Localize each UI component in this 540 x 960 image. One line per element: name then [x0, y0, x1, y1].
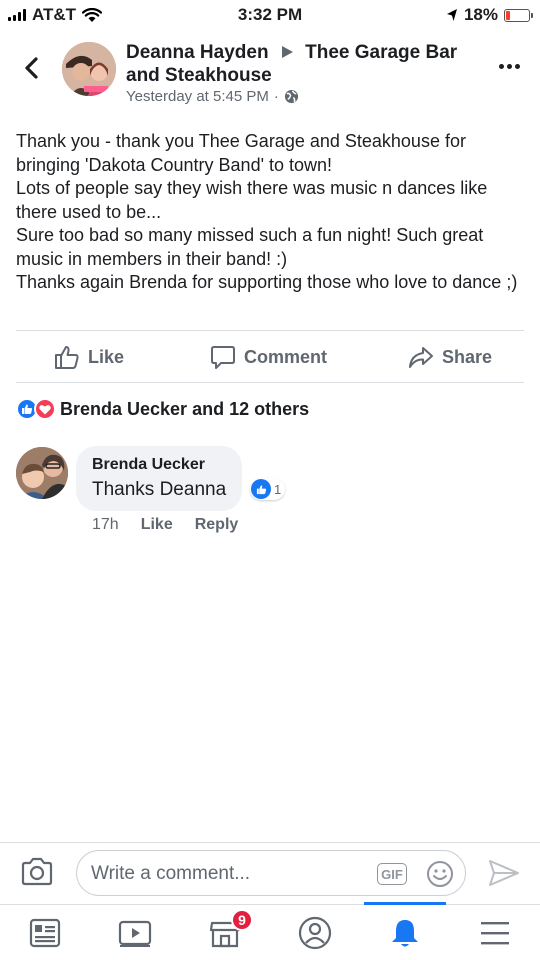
comment-reply-link[interactable]: Reply — [195, 516, 239, 534]
profile-icon[interactable] — [295, 913, 335, 953]
author-name[interactable]: Deanna Hayden — [126, 42, 269, 63]
more-options-icon[interactable] — [499, 64, 520, 69]
reactions-summary[interactable]: Brenda Uecker and 12 others — [16, 398, 309, 420]
post-meta: Yesterday at 5:45 PM · — [126, 88, 299, 105]
battery-fill — [506, 10, 511, 20]
tab-bar: 9 — [0, 902, 540, 960]
active-tab-indicator — [364, 902, 446, 905]
comment-label: Comment — [244, 346, 328, 367]
location-arrow-icon — [446, 9, 457, 21]
watch-icon[interactable] — [115, 913, 155, 953]
post-line: Thank you - thank you Thee Garage and St… — [16, 131, 466, 175]
comment-author[interactable]: Brenda Uecker — [92, 456, 226, 474]
post-title: Deanna Hayden Thee Garage Bar and Steakh… — [126, 41, 486, 87]
comment-bubble[interactable]: Brenda Uecker Thanks Deanna — [76, 446, 243, 511]
notifications-icon[interactable] — [385, 913, 425, 953]
post-line: Thanks again Brenda for supporting those… — [16, 272, 518, 292]
send-icon[interactable] — [488, 859, 520, 887]
post-header: Deanna Hayden Thee Garage Bar and Steakh… — [0, 36, 540, 116]
marketplace-badge: 9 — [231, 909, 253, 931]
like-label: Like — [88, 346, 125, 367]
camera-icon[interactable] — [20, 857, 54, 887]
emoji-icon[interactable] — [425, 859, 455, 889]
commenter-avatar[interactable] — [16, 447, 68, 499]
share-arrow-icon — [409, 347, 433, 368]
reactions-summary-text: Brenda Uecker and 12 others — [60, 398, 310, 419]
author-photo — [62, 42, 116, 96]
like-reaction-icon — [251, 479, 271, 499]
divider-bottom — [16, 382, 524, 383]
comment-composer: GIF — [0, 842, 540, 904]
comment-meta: 17h Like Reply — [92, 516, 238, 534]
love-reaction-icon — [34, 398, 56, 420]
comment-reaction-badge[interactable]: 1 — [250, 478, 286, 500]
comment-like-link[interactable]: Like — [141, 516, 173, 534]
post-line: Sure too bad so many missed such a fun n… — [16, 225, 484, 269]
like-button[interactable]: Like — [54, 344, 124, 370]
news-feed-icon[interactable] — [25, 913, 65, 953]
meta-dot: · — [273, 88, 279, 105]
comment-input-box[interactable]: GIF — [76, 850, 466, 896]
post-timestamp[interactable]: Yesterday at 5:45 PM — [126, 88, 269, 105]
gif-button[interactable]: GIF — [377, 863, 407, 885]
post-body: Thank you - thank you Thee Garage and St… — [16, 130, 526, 295]
comment-input[interactable] — [91, 860, 371, 888]
post-line: Lots of people say they wish there was m… — [16, 178, 488, 222]
battery-percent: 18% — [463, 5, 498, 24]
share-button[interactable]: Share — [408, 344, 492, 370]
comment-bubble-icon — [211, 346, 235, 369]
status-bar: AT&T 3:32 PM 18% — [0, 0, 540, 30]
share-label: Share — [442, 346, 493, 367]
comment-text: Thanks Deanna — [92, 479, 227, 500]
menu-icon[interactable] — [475, 913, 515, 953]
comment-button[interactable]: Comment — [210, 344, 327, 370]
thumbs-up-icon — [55, 346, 79, 369]
divider-top — [16, 330, 524, 331]
status-right: 18% — [446, 5, 533, 25]
author-avatar[interactable] — [62, 42, 116, 96]
arrow-right-icon — [281, 46, 293, 58]
back-chevron-icon[interactable] — [20, 52, 44, 84]
battery-cap — [531, 12, 533, 18]
commenter-photo — [16, 447, 68, 499]
action-bar: Like Comment Share — [0, 336, 540, 380]
comment-reaction-count: 1 — [274, 481, 282, 497]
battery-icon — [504, 8, 533, 22]
globe-icon — [284, 89, 298, 104]
comment-age: 17h — [92, 516, 119, 533]
marketplace-icon[interactable]: 9 — [205, 909, 253, 953]
